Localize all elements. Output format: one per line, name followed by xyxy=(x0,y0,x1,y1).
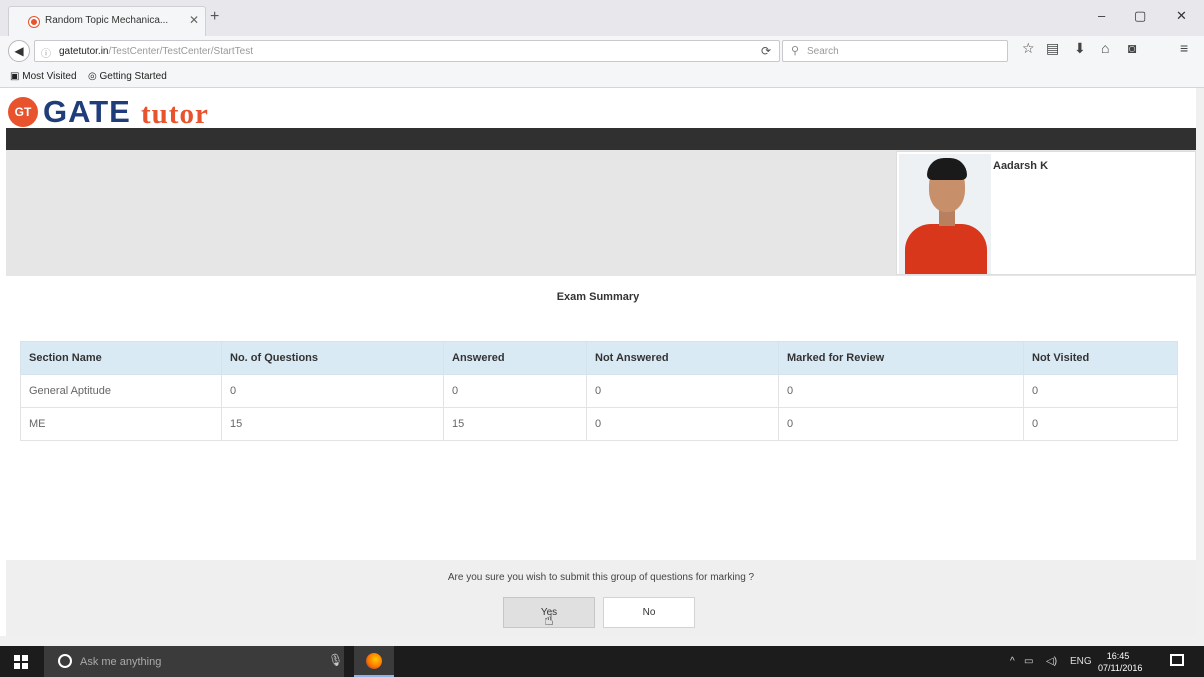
site-favicon-icon xyxy=(29,17,39,27)
tab-title: Random Topic Mechanica... xyxy=(45,15,169,26)
browser-tab-bar: Random Topic Mechanica... ✕ + – ▢ ✕ xyxy=(0,0,1204,36)
tab-close-icon[interactable]: ✕ xyxy=(189,13,199,27)
clock-time: 16:45 xyxy=(1106,651,1130,661)
table-header-row: Section Name No. of Questions Answered N… xyxy=(20,341,1178,375)
logo-badge: GT xyxy=(8,97,38,127)
horizontal-scrollbar[interactable] xyxy=(0,636,1204,646)
search-placeholder: Search xyxy=(807,46,839,57)
user-profile-card: Aadarsh K xyxy=(896,151,1196,275)
volume-icon[interactable]: ◁) xyxy=(1046,656,1057,667)
column-header: Section Name xyxy=(20,341,222,375)
exam-summary-title: Exam Summary xyxy=(556,291,640,303)
no-button[interactable]: No xyxy=(603,597,695,628)
table-row: ME 15 15 0 0 0 xyxy=(20,407,1178,441)
column-header: No. of Questions xyxy=(221,341,444,375)
search-icon: ⚲ xyxy=(791,45,800,57)
reload-icon[interactable]: ⟳ xyxy=(761,44,771,58)
user-name: Aadarsh K xyxy=(993,160,1049,172)
url-domain: gatetutor.in xyxy=(59,46,109,57)
table-cell: 0 xyxy=(221,374,444,408)
clock-date: 07/11/2016 xyxy=(1098,663,1143,673)
windows-icon[interactable] xyxy=(14,655,28,669)
table-cell: 0 xyxy=(586,374,779,408)
taskbar-clock[interactable]: 16:45 07/11/2016 xyxy=(1098,650,1143,674)
download-icon[interactable]: ⬇ xyxy=(1074,40,1086,57)
close-window-button[interactable]: ✕ xyxy=(1176,8,1187,24)
maximize-button[interactable]: ▢ xyxy=(1134,8,1146,24)
table-cell: 0 xyxy=(443,374,587,408)
vertical-scrollbar[interactable] xyxy=(1196,88,1204,636)
bookmark-label: Getting Started xyxy=(99,71,167,82)
table-cell: 0 xyxy=(1023,374,1178,408)
table-cell: 0 xyxy=(1023,407,1178,441)
minimize-button[interactable]: – xyxy=(1098,8,1105,23)
new-tab-button[interactable]: + xyxy=(210,8,219,26)
user-avatar xyxy=(899,154,991,274)
star-icon[interactable]: ☆ xyxy=(1022,40,1035,57)
table-cell: General Aptitude xyxy=(20,374,222,408)
column-header: Not Answered xyxy=(586,341,779,375)
logo-tutor-text: tutor xyxy=(141,98,209,130)
table-cell: 15 xyxy=(443,407,587,441)
column-header: Answered xyxy=(443,341,587,375)
bookmark-label: Most Visited xyxy=(22,71,77,82)
windows-taskbar: Ask me anything 🎙 ^ ▭ ◁) ENG 16:45 07/11… xyxy=(0,646,1204,677)
column-header: Not Visited xyxy=(1023,341,1178,375)
table-row: General Aptitude 0 0 0 0 0 xyxy=(20,374,1178,408)
tray-chevron-icon[interactable]: ^ xyxy=(1010,656,1015,667)
back-arrow-icon[interactable]: ◀ xyxy=(8,40,30,62)
logo-gate-text: GATE xyxy=(43,94,131,129)
cortana-search-input[interactable]: Ask me anything 🎙 xyxy=(44,646,344,677)
notification-icon[interactable] xyxy=(1170,654,1184,666)
bookmark-getting-started[interactable]: ◎ Getting Started xyxy=(88,71,167,82)
confirm-panel: Are you sure you wish to submit this gro… xyxy=(6,560,1196,636)
home-icon[interactable]: ⌂ xyxy=(1101,40,1109,56)
bookmark-most-visited[interactable]: ▣ Most Visited xyxy=(10,71,77,82)
url-path: /TestCenter/TestCenter/StartTest xyxy=(108,46,253,57)
mic-icon[interactable]: 🎙 xyxy=(328,653,343,667)
hand-cursor-icon: ☝ xyxy=(544,612,554,629)
table-cell: 0 xyxy=(778,374,1024,408)
table-cell: 15 xyxy=(221,407,444,441)
browser-search-input[interactable]: ⚲ Search xyxy=(782,40,1008,62)
menu-icon[interactable]: ≡ xyxy=(1180,40,1188,56)
page-content: GT GATE tutor Aadarsh K Exam Summary Sec… xyxy=(0,88,1196,636)
language-indicator[interactable]: ENG xyxy=(1070,656,1092,667)
table-cell: 0 xyxy=(586,407,779,441)
firefox-taskbar-button[interactable] xyxy=(354,646,394,677)
clipboard-icon[interactable]: ▤ xyxy=(1046,40,1059,57)
cortana-icon xyxy=(58,654,72,668)
network-icon[interactable]: ▭ xyxy=(1024,656,1033,667)
table-cell: ME xyxy=(20,407,222,441)
bookmarks-bar: ▣ Most Visited ◎ Getting Started xyxy=(0,66,1204,88)
exam-summary-table: Section Name No. of Questions Answered N… xyxy=(20,341,1178,441)
url-bar[interactable]: ⓘ gatetutor.in/TestCenter/TestCenter/Sta… xyxy=(34,40,780,62)
column-header: Marked for Review xyxy=(778,341,1024,375)
info-icon[interactable]: ⓘ xyxy=(41,45,51,60)
pocket-icon[interactable]: ◙ xyxy=(1128,40,1136,56)
confirm-message: Are you sure you wish to submit this gro… xyxy=(447,572,755,583)
header-divider-bar xyxy=(6,128,1196,150)
url-text: gatetutor.in/TestCenter/TestCenter/Start… xyxy=(59,46,253,57)
table-cell: 0 xyxy=(778,407,1024,441)
browser-tab[interactable]: Random Topic Mechanica... ✕ xyxy=(8,6,206,36)
firefox-icon xyxy=(366,653,382,669)
cortana-placeholder: Ask me anything xyxy=(80,656,162,668)
